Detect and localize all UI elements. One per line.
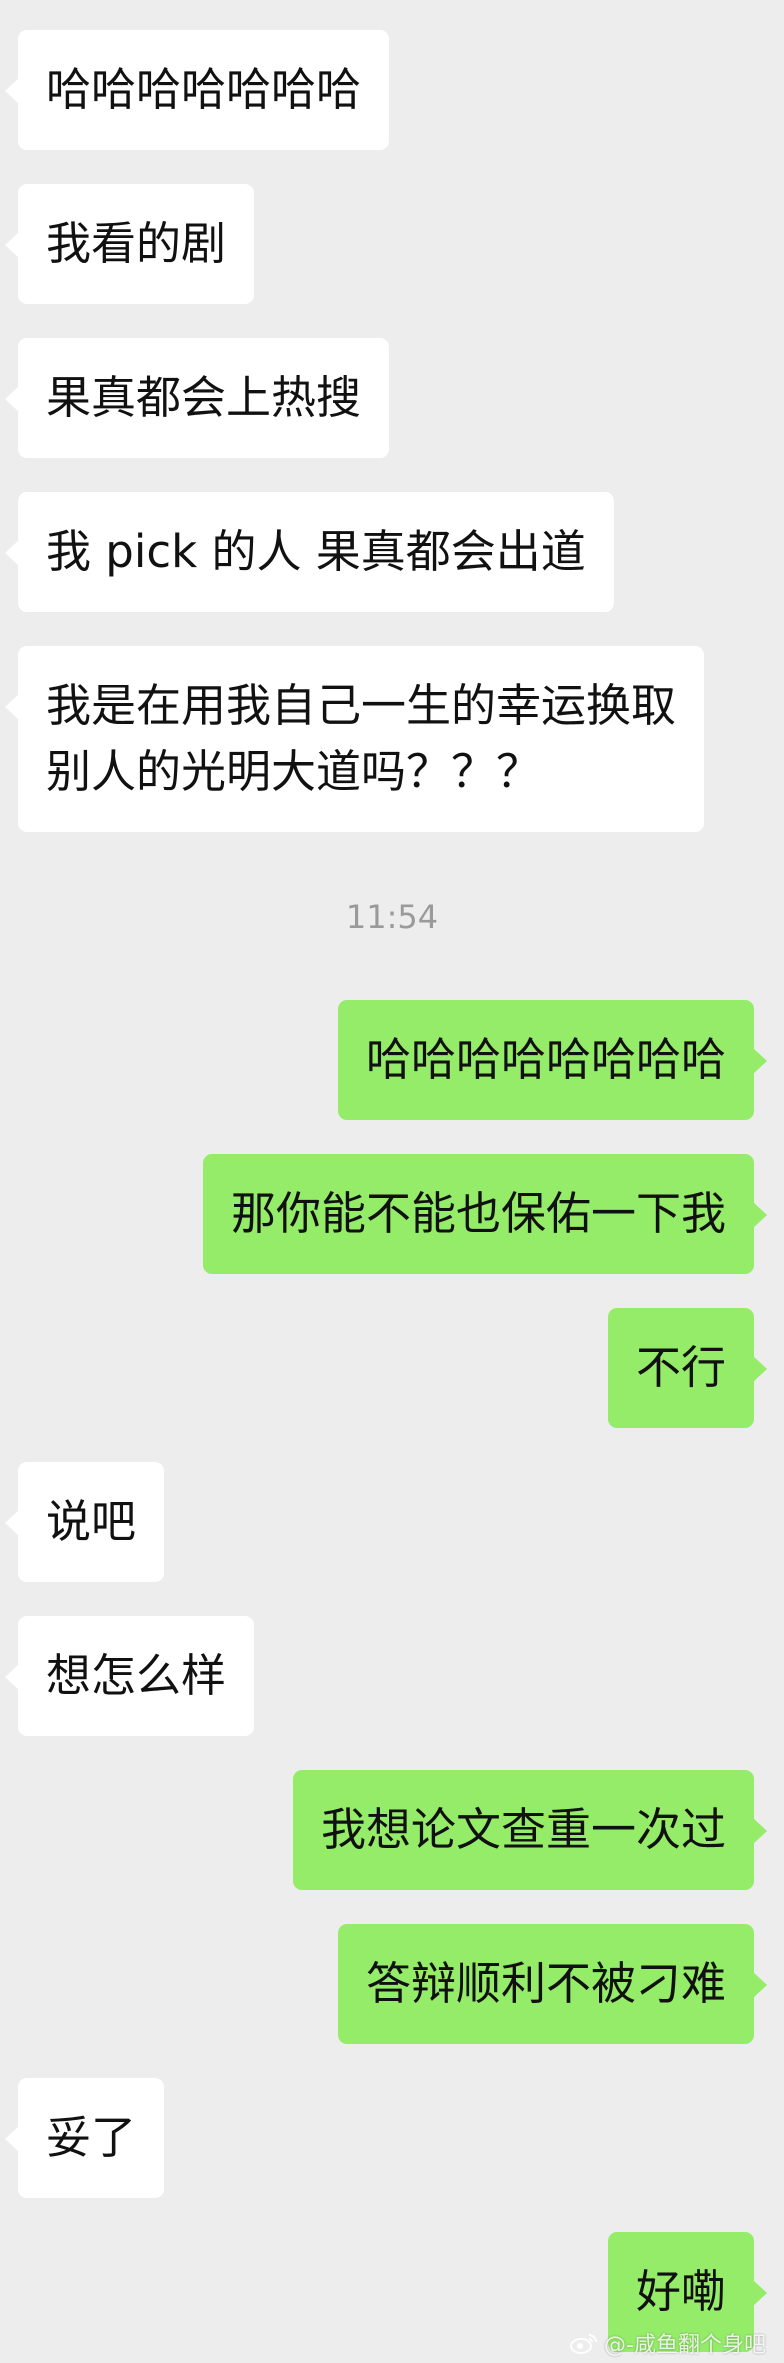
message-bubble-incoming[interactable]: 说吧 [4, 1462, 165, 1582]
weibo-icon [570, 2334, 598, 2354]
message-bubble-incoming[interactable]: 我是在用我自己一生的幸运换取 别人的光明大道吗？？？ [4, 646, 705, 832]
message-bubble-incoming[interactable]: 我 pick 的人 果真都会出道 [5, 492, 614, 612]
watermark-text: @-咸鱼翻个身吧 [604, 2333, 766, 2358]
message-bubble-outgoing[interactable]: 哈哈哈哈哈哈哈哈 [337, 1000, 768, 1120]
message-timestamp: 11:54 [345, 898, 439, 936]
message-bubble-incoming[interactable]: 果真都会上热搜 [4, 338, 390, 458]
message-bubble-outgoing[interactable]: 那你能不能也保佑一下我 [202, 1154, 768, 1274]
message-bubble-incoming[interactable]: 我看的剧 [4, 184, 255, 304]
message-bubble-outgoing[interactable]: 不行 [607, 1308, 768, 1428]
chat-window: 哈哈哈哈哈哈哈 我看的剧 果真都会上热搜 我 pick 的人 果真都会出道 我是… [0, 0, 784, 2363]
message-bubble-incoming[interactable]: 想怎么样 [4, 1616, 255, 1736]
weibo-watermark: @-咸鱼翻个身吧 [569, 2327, 766, 2359]
message-bubble-outgoing[interactable]: 我想论文查重一次过 [292, 1770, 768, 1890]
message-bubble-incoming[interactable]: 妥了 [4, 2078, 165, 2198]
message-bubble-outgoing[interactable]: 答辩顺利不被刁难 [337, 1924, 768, 2044]
message-bubble-incoming[interactable]: 哈哈哈哈哈哈哈 [4, 30, 390, 150]
